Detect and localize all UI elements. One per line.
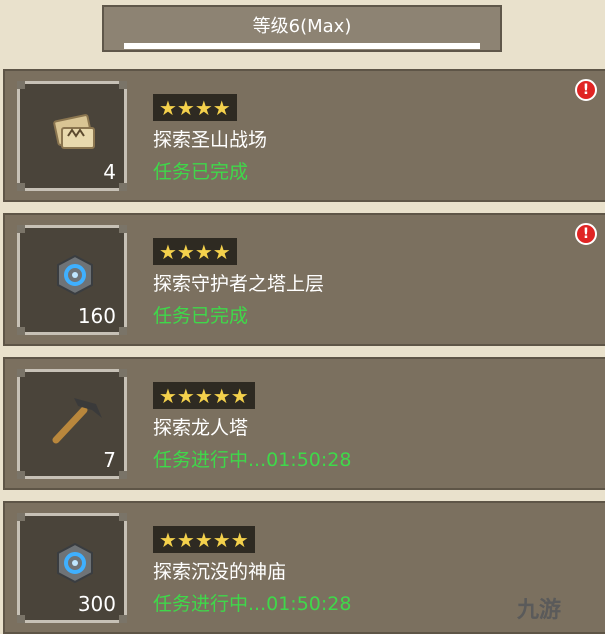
star-icons: ★★★★★ bbox=[159, 383, 249, 408]
star-rating: ★★★★★ bbox=[153, 526, 255, 553]
pickaxe-icon bbox=[52, 398, 102, 444]
task-card[interactable]: 160 ★★★★ 探索守护者之塔上层 任务已完成 ! bbox=[3, 213, 605, 346]
task-name: 探索龙人塔 bbox=[153, 417, 249, 439]
watermark-logo: 九游 bbox=[517, 598, 562, 623]
task-name: 探索沉没的神庙 bbox=[153, 561, 287, 583]
reward-count: 4 bbox=[103, 160, 116, 184]
blue-rune-stone-icon bbox=[57, 254, 93, 296]
reward-count: 160 bbox=[77, 304, 116, 328]
level-progress-fill bbox=[124, 43, 480, 49]
star-rating: ★★★★★ bbox=[153, 382, 255, 409]
task-name: 探索圣山战场 bbox=[153, 129, 268, 151]
reward-count: 300 bbox=[77, 592, 116, 616]
task-status: 任务已完成 bbox=[153, 305, 249, 327]
task-card[interactable]: 300 ★★★★★ 探索沉没的神庙 任务进行中...01:50:28 bbox=[3, 501, 605, 634]
task-card[interactable]: 4 ★★★★ 探索圣山战场 任务已完成 ! bbox=[3, 69, 605, 202]
map-icon bbox=[53, 114, 95, 149]
star-icons: ★★★★★ bbox=[159, 527, 249, 552]
blue-rune-stone-icon bbox=[57, 542, 93, 584]
reward-slot[interactable]: 7 bbox=[17, 369, 127, 479]
reward-count: 7 bbox=[103, 448, 116, 472]
alert-icon[interactable]: ! bbox=[575, 223, 597, 245]
task-status: 任务进行中...01:50:28 bbox=[153, 593, 352, 615]
star-rating: ★★★★ bbox=[153, 238, 237, 265]
reward-slot[interactable]: 4 bbox=[17, 81, 127, 191]
level-title: 等级6(Max) bbox=[252, 16, 352, 37]
task-status: 任务进行中...01:50:28 bbox=[153, 449, 352, 471]
task-name: 探索守护者之塔上层 bbox=[153, 273, 325, 295]
task-card[interactable]: 7 ★★★★★ 探索龙人塔 任务进行中...01:50:28 bbox=[3, 357, 605, 490]
level-progress-bar bbox=[124, 43, 480, 49]
task-status: 任务已完成 bbox=[153, 161, 249, 183]
star-icons: ★★★★ bbox=[159, 239, 231, 264]
star-icons: ★★★★ bbox=[159, 95, 231, 120]
star-rating: ★★★★ bbox=[153, 94, 237, 121]
level-header: 等级6(Max) bbox=[102, 5, 502, 52]
alert-icon[interactable]: ! bbox=[575, 79, 597, 101]
reward-slot[interactable]: 160 bbox=[17, 225, 127, 335]
reward-slot[interactable]: 300 bbox=[17, 513, 127, 623]
